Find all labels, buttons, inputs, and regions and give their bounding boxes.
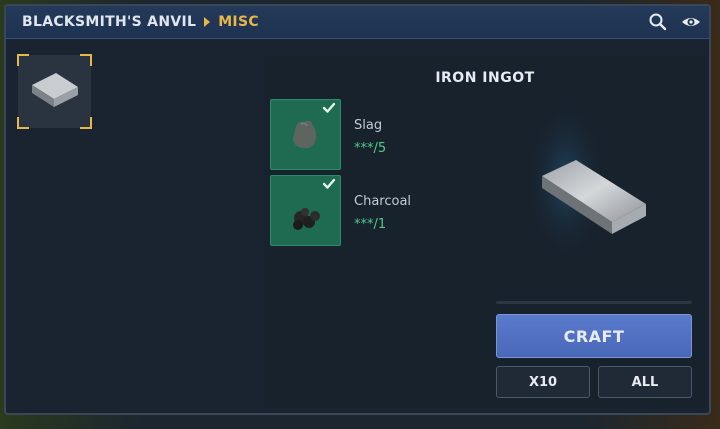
breadcrumb-current: MISC	[218, 14, 259, 30]
ingredient-quantity: ***/5	[354, 141, 387, 156]
ingredient-name: Slag	[354, 118, 383, 133]
craft-button[interactable]: CRAFT	[496, 314, 692, 358]
iron-ingot-icon	[526, 101, 646, 261]
crafting-window: BLACKSMITH'S ANVIL MISC IRON INGOT Slag …	[4, 4, 711, 415]
recipe-panel: IRON INGOT Slag ***/5 Charcoal ***/1 CRA…	[264, 56, 706, 408]
breadcrumb-arrow-icon	[204, 17, 211, 27]
divider	[496, 301, 692, 304]
eye-icon[interactable]	[681, 12, 701, 32]
recipe-title: IRON INGOT	[435, 70, 535, 86]
ingredient-quantity: ***/1	[354, 217, 387, 232]
ingredient-name: Charcoal	[354, 194, 412, 209]
iron-ingot-icon	[32, 73, 78, 107]
ingredient-slot-charcoal[interactable]	[270, 175, 341, 246]
craft-all-button[interactable]: ALL	[598, 366, 692, 398]
ingredient-slot-slag[interactable]	[270, 99, 341, 170]
search-icon[interactable]	[648, 12, 668, 32]
title-bar: BLACKSMITH'S ANVIL MISC	[6, 6, 709, 39]
craft-x10-button[interactable]: X10	[496, 366, 590, 398]
charcoal-icon	[293, 208, 320, 230]
slag-icon	[293, 120, 317, 149]
selected-item-slot[interactable]	[17, 54, 92, 129]
breadcrumb-root[interactable]: BLACKSMITH'S ANVIL	[22, 14, 196, 30]
